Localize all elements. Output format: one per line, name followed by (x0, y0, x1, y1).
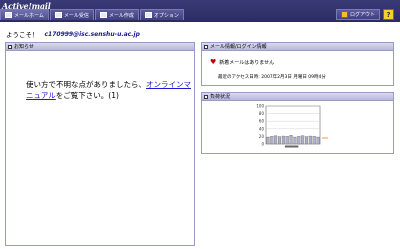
notice-title: お知らせ (14, 44, 34, 50)
tab-label: メールホーム (14, 12, 44, 19)
chart-bar (316, 137, 320, 145)
chart-bar (270, 136, 274, 145)
welcome-greeting: ようこそ！ (6, 31, 39, 39)
y-tick-label: 80 (259, 111, 265, 116)
home-icon (5, 12, 12, 18)
logout-icon (340, 11, 348, 18)
tab-label: オプション (153, 12, 179, 19)
y-tick-label: 20 (259, 134, 265, 139)
last-access: 最近のアクセス日時: 2007年2月3日 月曜日 09時4分 (218, 75, 326, 80)
chart-bar (312, 136, 316, 145)
chart-bar (305, 136, 309, 145)
welcome-line: ようこそ！ c170999@isc.senshu-u.ac.jp (6, 29, 140, 40)
tab-mail-receive[interactable]: メール受信 (49, 9, 94, 20)
y-tick-label: 100 (256, 104, 264, 109)
logout-label: ログアウト (349, 12, 375, 18)
heart-icon: ♥ (210, 58, 217, 66)
new-mail-text: 新着メールはありません (219, 60, 275, 66)
notice-panel: お知らせ 使い方で不明な点がありましたら、オンラインマニュアルをご覧下さい。(1… (5, 42, 195, 246)
load-status-panel: 負荷状況 100 80 60 40 20 0 (201, 92, 394, 154)
chart-bar (289, 135, 293, 145)
notice-panel-header: お知らせ (6, 43, 194, 51)
inbox-icon (54, 12, 62, 18)
chart-bar (266, 137, 270, 145)
mail-info-panel-header: メール情報/ログイン情報 (202, 43, 393, 51)
mail-info-title: メール情報/ログイン情報 (210, 44, 267, 50)
y-tick-label: 0 (261, 142, 264, 147)
chart-bar (293, 137, 297, 145)
load-status-panel-header: 負荷状況 (202, 93, 393, 101)
chart-bar (308, 135, 312, 145)
tab-label: メール受信 (63, 12, 89, 19)
user-id: c170999@isc.senshu-u.ac.jp (44, 30, 140, 38)
new-mail-status: ♥ 新着メールはありません (210, 58, 275, 67)
load-chart: 100 80 60 40 20 0 (256, 104, 328, 148)
chart-baseline-marker (284, 145, 299, 148)
help-button[interactable]: ? (383, 9, 394, 20)
panel-bullet-icon (204, 44, 208, 49)
notice-text-after: をご覧下さい。(1) (55, 91, 119, 100)
chart-bar (281, 135, 285, 145)
chart-bar (274, 135, 278, 145)
load-status-title: 負荷状況 (210, 94, 231, 100)
y-tick-label: 40 (259, 126, 265, 131)
tab-mail-home[interactable]: メールホーム (0, 9, 49, 20)
chart-bar (278, 136, 282, 145)
top-toolbar: Active!mail メールホーム メール受信 メール作成 オプション ログア… (0, 0, 400, 22)
chart-bar (297, 136, 301, 145)
logout-button[interactable]: ログアウト (335, 9, 380, 20)
compose-icon (99, 12, 107, 18)
panel-bullet-icon (204, 94, 208, 99)
chart-bar (301, 135, 305, 145)
notice-message: 使い方で不明な点がありましたら、オンラインマニュアルをご覧下さい。(1) (26, 79, 191, 101)
chart-plot-area (265, 105, 321, 145)
notice-text-before: 使い方で不明な点がありましたら、 (26, 80, 146, 89)
options-icon (144, 12, 152, 18)
y-tick-label: 60 (259, 119, 265, 124)
tab-options[interactable]: オプション (139, 9, 184, 20)
tab-label: メール作成 (108, 12, 134, 19)
mail-info-panel: メール情報/ログイン情報 ♥ 新着メールはありません 最近のアクセス日時: 20… (201, 42, 394, 86)
chart-bar (285, 136, 289, 145)
tab-mail-compose[interactable]: メール作成 (94, 9, 139, 20)
panel-bullet-icon (8, 44, 12, 49)
main-tabs: メールホーム メール受信 メール作成 オプション (0, 9, 184, 21)
